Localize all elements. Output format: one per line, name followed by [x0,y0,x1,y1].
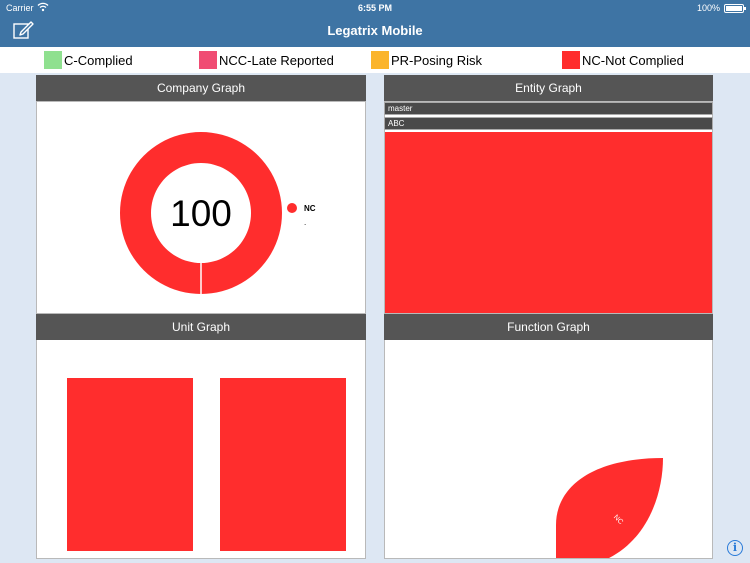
donut-legend-label: . [304,218,306,227]
legend-label: NC-Not Complied [582,52,684,68]
company-graph-panel: 100 NC. [36,101,366,314]
donut-center-value: 100 [170,193,232,234]
company-donut-chart[interactable]: 100 NC. [37,102,365,313]
donut-legend-label: NC [304,204,316,213]
legend-swatch [44,51,62,69]
entity-graph-header: Entity Graph [384,75,713,101]
function-graph-header: Function Graph [384,314,713,340]
function-pie-chart[interactable]: NC [385,340,712,559]
battery-percentage: 100% [696,3,720,13]
legend-label: C-Complied [64,52,133,68]
legend-swatch [371,51,389,69]
function-graph-panel: NC [384,339,713,559]
entity-row-master[interactable]: master [384,102,713,115]
status-bar: Carrier 6:55 PM 100% [0,0,750,16]
legend-item-late-reported: NCC-Late Reported [199,51,334,69]
navigation-bar: Legatrix Mobile [0,16,750,47]
unit-bar[interactable] [220,378,346,551]
unit-graph-panel [36,339,366,559]
legend-item-not-complied: NC-Not Complied [562,51,684,69]
app-title: Legatrix Mobile [327,23,423,38]
legend-swatch [562,51,580,69]
legend-item-posing-risk: PR-Posing Risk [371,51,482,69]
info-icon[interactable]: i [727,540,743,556]
entity-row-abc[interactable]: ABC [384,117,713,130]
donut-legend-swatch [287,203,297,213]
legend-label: PR-Posing Risk [391,52,483,68]
status-legend: C-Complied NCC-Late Reported PR-Posing R… [0,47,750,73]
unit-graph-header: Unit Graph [36,314,366,340]
battery-icon [724,4,746,13]
function-slice-nc[interactable] [556,458,663,559]
legend-swatch [199,51,217,69]
legend-item-complied: C-Complied [44,51,133,69]
unit-bar[interactable] [67,378,193,551]
company-graph-header: Company Graph [36,75,366,101]
entity-graph-panel [384,101,713,314]
legend-label: NCC-Late Reported [219,52,334,68]
unit-bar-chart[interactable] [37,340,365,558]
entity-graph-bar[interactable] [385,132,712,313]
status-time: 6:55 PM [357,3,392,13]
